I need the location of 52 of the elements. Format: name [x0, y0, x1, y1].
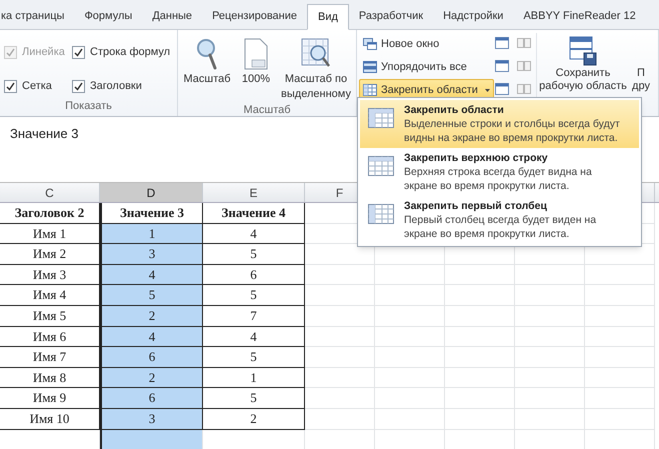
- ribbon-tab[interactable]: Надстройки: [433, 3, 514, 29]
- table-cell: 2: [100, 306, 203, 327]
- group-label: Масштаб: [242, 103, 292, 118]
- menu-item-description: Выделенные строки и столбцы всегда будут видны на экране во время прокрутки листа.: [404, 117, 621, 145]
- ribbon-tab[interactable]: Формулы: [74, 3, 142, 29]
- ribbon-tab[interactable]: Рецензирование: [202, 3, 308, 29]
- zoom-button[interactable]: Масштаб по выделенному: [278, 34, 354, 102]
- table-cell: 5: [203, 285, 305, 306]
- table-cell: 5: [203, 244, 305, 265]
- table-cell: 1: [203, 368, 305, 388]
- checkbox-label: Сетка: [22, 78, 52, 94]
- table-cell: 4: [100, 326, 203, 348]
- menu-item-title: Закрепить первый столбец: [404, 199, 548, 213]
- table-cell: 7: [203, 306, 305, 327]
- table-cell: 6: [203, 264, 305, 286]
- ribbon-tab[interactable]: Разработчик: [348, 3, 434, 29]
- header-cell: Значение 4: [203, 203, 305, 224]
- menu-item[interactable]: Закрепить области Выделенные строки и столбцы всегда будут видны на экране во время прокрутки листа.: [360, 100, 639, 148]
- table-cell: 5: [100, 285, 203, 306]
- table-cell: 5: [203, 347, 305, 368]
- column-header[interactable]: D: [100, 183, 203, 202]
- menu-item-title: Закрепить области: [404, 103, 505, 117]
- table-cell: 2: [203, 408, 305, 430]
- table-cell: 5: [203, 388, 305, 409]
- checkbox-label: Линейка: [22, 44, 65, 60]
- menu-item-description: Первый столбец всегда будет виден на экране во время прокрутки листа.: [404, 213, 598, 241]
- table-cell: 4: [100, 264, 203, 286]
- zoom-button[interactable]: Масштаб: [180, 34, 234, 87]
- menu-item-title: Закрепить верхнюю строку: [404, 151, 549, 165]
- checkbox-label: Заголовки: [90, 78, 142, 94]
- checkbox-label: Строка формул: [90, 44, 170, 60]
- formula-bar-text: Значение 3: [10, 126, 78, 141]
- table-cell: 4: [203, 224, 305, 244]
- table-cell: 2: [100, 368, 203, 388]
- window-command-button[interactable]: Новое окно: [359, 33, 444, 55]
- zoom-button[interactable]: 100%: [238, 34, 274, 87]
- ribbon-tab[interactable]: ка страницы: [0, 3, 74, 29]
- window-command-button[interactable]: Упорядочить все: [359, 56, 471, 78]
- column-header[interactable]: E: [203, 183, 305, 202]
- header-cell: Значение 3: [100, 203, 203, 224]
- table-cell: 6: [100, 347, 203, 368]
- table-cell: 3: [100, 408, 203, 430]
- table-cell: 1: [100, 224, 203, 244]
- large-command-button[interactable]: П дру: [627, 33, 655, 101]
- ribbon-tab[interactable]: ABBYY FineReader 12: [513, 3, 646, 29]
- table-cell: 4: [203, 326, 305, 348]
- table-cell: 6: [100, 388, 203, 409]
- ribbon-tab[interactable]: Данные: [142, 3, 202, 29]
- group-label: Показать: [64, 99, 113, 114]
- ribbon-tab[interactable]: Вид: [307, 4, 349, 30]
- table-cell: 3: [100, 244, 203, 265]
- menu-item-description: Верхняя строка всегда будет видна на экране во время прокрутки листа.: [404, 165, 593, 193]
